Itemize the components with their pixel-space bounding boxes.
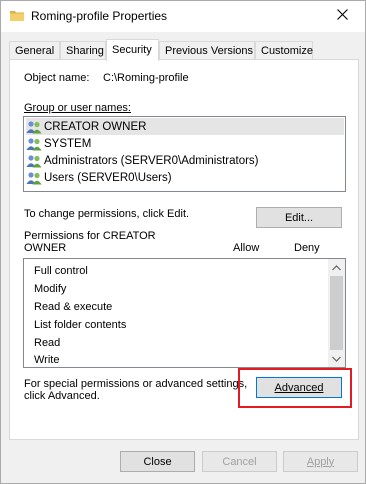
group-name: SYSTEM — [44, 137, 92, 150]
group-names-label: Group or user names: — [24, 102, 131, 114]
special-permissions-text-2: click Advanced. — [24, 390, 100, 402]
close-icon — [336, 9, 348, 23]
close-button[interactable]: Close — [120, 451, 195, 472]
tab-label: Customize — [261, 45, 313, 57]
advanced-button-label: Advanced — [274, 381, 324, 394]
permission-row-write: Write — [34, 351, 59, 369]
properties-dialog: Roming-profile Properties General Sharin… — [0, 0, 366, 484]
advanced-button[interactable]: Advanced — [256, 377, 342, 398]
security-panel: Object name: C:\Roming-profile Group or … — [9, 59, 359, 440]
tab-label: Previous Versions — [165, 45, 254, 57]
group-list[interactable]: CREATOR OWNER SYSTEM Administrators (SER… — [23, 116, 346, 192]
users-icon — [26, 154, 42, 168]
permission-row-read-execute: Read & execute — [34, 298, 112, 316]
object-name-label: Object name: — [24, 72, 90, 84]
edit-button-label: Edit... — [284, 211, 314, 224]
chevron-down-icon — [332, 354, 341, 364]
deny-column-header: Deny — [294, 242, 320, 254]
permissions-for-label-owner: OWNER — [24, 242, 67, 254]
list-item-administrators[interactable]: Administrators (SERVER0\Administrators) — [26, 152, 344, 169]
tab-label: Sharing — [66, 45, 104, 57]
permissions-scrollbar[interactable] — [328, 259, 345, 367]
permission-label: Modify — [34, 283, 67, 295]
permission-label: Full control — [34, 265, 88, 277]
edit-button[interactable]: Edit... — [256, 207, 342, 228]
scroll-down-button[interactable] — [328, 350, 345, 367]
permission-label: Read — [34, 337, 61, 349]
chevron-up-icon — [332, 263, 341, 273]
list-item-creator-owner[interactable]: CREATOR OWNER — [26, 118, 344, 135]
allow-column-header: Allow — [233, 242, 260, 254]
folder-icon — [10, 9, 24, 22]
apply-button-label: Apply — [306, 455, 335, 468]
permission-label: Write — [34, 354, 60, 366]
group-name: Administrators (SERVER0\Administrators) — [44, 154, 259, 167]
tab-label: General — [15, 45, 55, 57]
permission-row-read: Read — [34, 334, 60, 352]
window-title: Roming-profile Properties — [31, 9, 168, 23]
title-bar: Roming-profile Properties — [1, 1, 365, 32]
users-icon — [26, 120, 42, 134]
cancel-button[interactable]: Cancel — [202, 451, 277, 472]
apply-button[interactable]: Apply — [283, 451, 358, 472]
group-names-label-text: Group or user names: — [24, 102, 131, 114]
change-permissions-text: To change permissions, click Edit. — [24, 208, 190, 220]
tab-security[interactable]: Security — [106, 39, 159, 61]
permission-row-modify: Modify — [34, 280, 66, 298]
cancel-button-label: Cancel — [222, 455, 257, 468]
permission-label: List folder contents — [34, 319, 127, 331]
tab-previous-versions[interactable]: Previous Versions — [159, 41, 255, 60]
tab-general[interactable]: General — [9, 41, 60, 60]
permission-label: Read & execute — [34, 301, 113, 313]
close-window-button[interactable] — [319, 1, 365, 31]
list-item-system[interactable]: SYSTEM — [26, 135, 344, 152]
tab-strip: General Sharing Security Previous Versio… — [9, 39, 359, 61]
tab-label: Security — [112, 44, 152, 56]
object-name-value: C:\Roming-profile — [103, 72, 189, 84]
group-name: CREATOR OWNER — [44, 120, 147, 133]
special-permissions-text: For special permissions or advanced sett… — [24, 378, 248, 390]
close-button-label: Close — [143, 455, 172, 468]
scroll-thumb[interactable] — [330, 276, 343, 350]
group-name: Users (SERVER0\Users) — [44, 171, 172, 184]
tab-sharing[interactable]: Sharing — [60, 41, 106, 60]
permission-row-full-control: Full control — [34, 262, 88, 280]
permission-row-list-folder: List folder contents — [34, 316, 126, 334]
list-item-users[interactable]: Users (SERVER0\Users) — [26, 169, 344, 186]
permissions-list[interactable]: Full control Modify Read & execute List … — [23, 258, 346, 368]
users-icon — [26, 137, 42, 151]
permissions-for-label: Permissions for CREATOR — [24, 230, 156, 242]
users-icon — [26, 171, 42, 185]
scroll-up-button[interactable] — [328, 259, 345, 276]
tab-customize[interactable]: Customize — [255, 41, 313, 60]
